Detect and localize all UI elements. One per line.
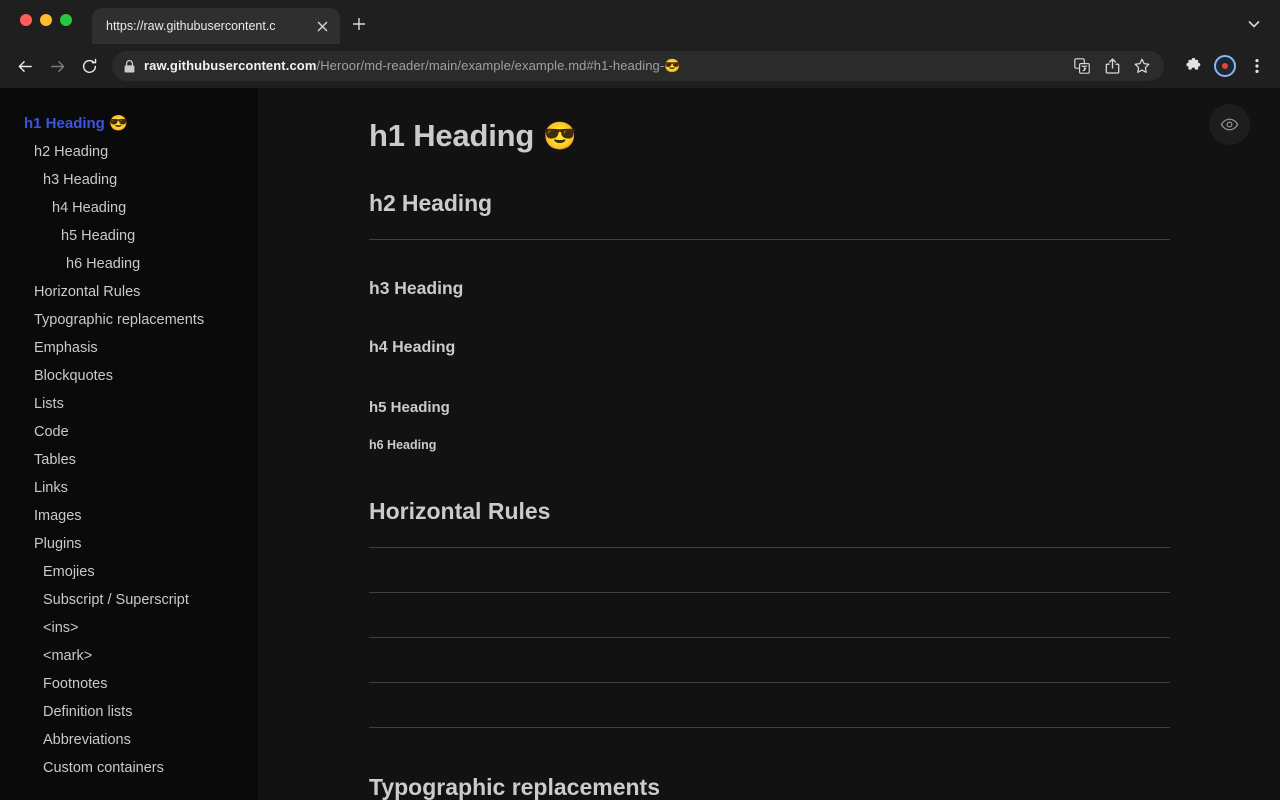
- sidebar-item[interactable]: Emojies: [0, 558, 258, 586]
- chevron-down-icon[interactable]: [1242, 12, 1266, 36]
- avatar-pupil: [1222, 63, 1228, 69]
- window-controls: [20, 14, 72, 26]
- puzzle-piece-icon[interactable]: [1180, 53, 1206, 79]
- sidebar-item[interactable]: Plugins: [0, 530, 258, 558]
- address-bar-actions: [1064, 56, 1152, 76]
- sidebar-item[interactable]: Emphasis: [0, 334, 258, 362]
- profile-avatar-icon[interactable]: [1212, 53, 1238, 79]
- sidebar-item[interactable]: Tables: [0, 446, 258, 474]
- browser-toolbar: raw.githubusercontent.com/Heroor/md-read…: [0, 44, 1280, 88]
- browser-tab[interactable]: https://raw.githubusercontent.c: [92, 8, 340, 44]
- horizontal-rule: [369, 592, 1170, 593]
- sidebar-item[interactable]: Footnotes: [0, 670, 258, 698]
- translate-icon[interactable]: [1072, 56, 1092, 76]
- toc-sidebar[interactable]: h1 Heading 😎h2 Headingh3 Headingh4 Headi…: [0, 88, 259, 800]
- heading-h3: h3 Heading: [369, 278, 1170, 299]
- forward-button[interactable]: [42, 51, 72, 81]
- section-title-horizontal-rules: Horizontal Rules: [369, 498, 1170, 548]
- back-button[interactable]: [10, 51, 40, 81]
- lock-icon: [124, 60, 135, 73]
- maximize-window-button[interactable]: [60, 14, 72, 26]
- close-tab-icon[interactable]: [312, 16, 332, 36]
- sidebar-item[interactable]: <mark>: [0, 642, 258, 670]
- close-window-button[interactable]: [20, 14, 32, 26]
- sidebar-item[interactable]: <ins>: [0, 614, 258, 642]
- sidebar-item[interactable]: Images: [0, 502, 258, 530]
- url-path: /Heroor/md-reader/main/example/example.m…: [316, 58, 680, 73]
- heading-h1: h1 Heading 😎: [369, 118, 1170, 154]
- sidebar-item[interactable]: h3 Heading: [0, 166, 258, 194]
- address-bar[interactable]: raw.githubusercontent.com/Heroor/md-read…: [112, 51, 1164, 81]
- section-title-typographic: Typographic replacements: [369, 774, 1170, 800]
- sidebar-item[interactable]: h4 Heading: [0, 194, 258, 222]
- horizontal-rules-group: [369, 592, 1170, 728]
- toolbar-actions: [1174, 53, 1270, 79]
- kebab-menu-icon[interactable]: [1244, 53, 1270, 79]
- sidebar-item[interactable]: Blockquotes: [0, 362, 258, 390]
- sidebar-item[interactable]: Code: [0, 418, 258, 446]
- reload-button[interactable]: [74, 51, 104, 81]
- page-viewport: h1 Heading 😎h2 Headingh3 Headingh4 Headi…: [0, 88, 1280, 800]
- sidebar-item[interactable]: Definition lists: [0, 698, 258, 726]
- minimize-window-button[interactable]: [40, 14, 52, 26]
- sidebar-item[interactable]: Lists: [0, 390, 258, 418]
- markdown-content: h1 Heading 😎 h2 Heading h3 Heading h4 Hea…: [259, 88, 1280, 800]
- url-host: raw.githubusercontent.com: [144, 58, 316, 73]
- new-tab-button[interactable]: [345, 10, 373, 38]
- heading-h4: h4 Heading: [369, 339, 1170, 357]
- eye-icon[interactable]: [1209, 104, 1250, 145]
- heading-h5: h5 Heading: [369, 399, 1170, 416]
- horizontal-rule: [369, 682, 1170, 683]
- sidebar-item[interactable]: Abbreviations: [0, 726, 258, 754]
- horizontal-rule: [369, 727, 1170, 728]
- share-icon[interactable]: [1102, 56, 1122, 76]
- sidebar-item[interactable]: h5 Heading: [0, 222, 258, 250]
- sidebar-item[interactable]: Custom containers: [0, 754, 258, 782]
- sidebar-item[interactable]: Subscript / Superscript: [0, 586, 258, 614]
- heading-h6: h6 Heading: [369, 438, 1170, 452]
- sidebar-item[interactable]: Typographic replacements: [0, 306, 258, 334]
- address-bar-url: raw.githubusercontent.com/Heroor/md-read…: [144, 58, 1055, 74]
- sidebar-item[interactable]: h1 Heading 😎: [0, 110, 258, 138]
- heading-h1-text: h1 Heading: [369, 118, 534, 154]
- tab-bar: https://raw.githubusercontent.c: [0, 0, 1280, 44]
- sidebar-item[interactable]: Links: [0, 474, 258, 502]
- tab-title: https://raw.githubusercontent.c: [106, 19, 312, 33]
- avatar: [1214, 55, 1236, 77]
- sidebar-item[interactable]: h2 Heading: [0, 138, 258, 166]
- sidebar-item[interactable]: h6 Heading: [0, 250, 258, 278]
- browser-window: https://raw.githubusercontent.c raw.gith: [0, 0, 1280, 800]
- horizontal-rule: [369, 637, 1170, 638]
- markdown-body: h1 Heading 😎 h2 Heading h3 Heading h4 Hea…: [369, 118, 1170, 800]
- bookmark-star-icon[interactable]: [1132, 56, 1152, 76]
- sidebar-item[interactable]: Horizontal Rules: [0, 278, 258, 306]
- sunglasses-emoji-icon: 😎: [543, 123, 576, 150]
- heading-h2: h2 Heading: [369, 190, 1170, 240]
